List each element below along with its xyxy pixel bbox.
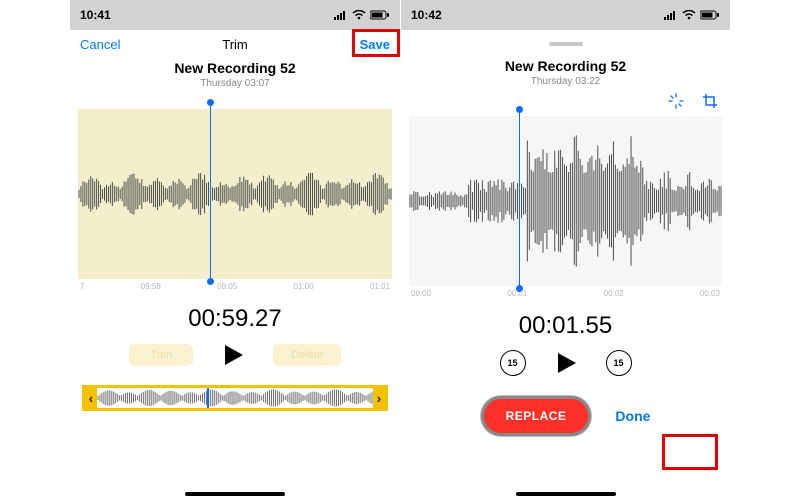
status-time: 10:41 xyxy=(80,8,111,22)
recording-duration: 03:22 xyxy=(575,76,600,87)
recording-day: Thursday xyxy=(531,76,575,87)
status-bar: 10:41 xyxy=(70,0,400,30)
timecode: 00:59.27 xyxy=(70,305,400,333)
trim-scrubber[interactable]: ‹ › xyxy=(82,385,388,411)
trim-mini-wave[interactable] xyxy=(97,388,373,408)
controls-row: Trim Delete xyxy=(70,343,400,367)
home-indicator[interactable] xyxy=(185,492,285,496)
signal-icon xyxy=(664,10,678,20)
tick: 7 xyxy=(80,282,84,291)
skip-back-button[interactable]: 15 xyxy=(500,350,526,376)
controls-row: 15 15 xyxy=(401,350,730,376)
cancel-button[interactable]: Cancel xyxy=(80,37,140,52)
playhead[interactable] xyxy=(519,110,520,288)
recording-header: New Recording 52 Thursday 03:22 xyxy=(401,58,730,87)
highlight-done xyxy=(662,434,718,470)
enhance-icon[interactable] xyxy=(668,93,684,112)
time-ticks: 00:00 00:01 00:02 00:03 xyxy=(401,286,730,298)
wifi-icon xyxy=(682,10,696,20)
status-time: 10:42 xyxy=(411,8,442,22)
nav-bar: Cancel Trim Save xyxy=(70,30,400,58)
play-button[interactable] xyxy=(221,343,245,367)
recording-title: New Recording 52 xyxy=(70,60,400,76)
waveform-area[interactable] xyxy=(78,109,392,279)
trim-button-disabled: Trim xyxy=(129,344,193,366)
phone-trim-view: 10:41 Cancel Trim Save New Recording 52 xyxy=(70,0,400,500)
tick: 09:58 xyxy=(141,282,161,291)
time-ticks: 7 09:58 09:05 01:00 01:01 xyxy=(70,279,400,291)
skip-forward-button[interactable]: 15 xyxy=(606,350,632,376)
nav-title: Trim xyxy=(222,37,248,52)
status-icons-group xyxy=(334,10,390,20)
tick: 01:01 xyxy=(370,282,390,291)
signal-icon xyxy=(334,10,348,20)
sheet-grabber[interactable] xyxy=(549,42,583,46)
action-row: REPLACE Done xyxy=(401,396,730,436)
replace-button[interactable]: REPLACE xyxy=(481,396,592,436)
trim-handle-right[interactable]: › xyxy=(373,388,385,408)
status-icons-group xyxy=(664,10,720,20)
trim-handle-left[interactable]: ‹ xyxy=(85,388,97,408)
trim-playhead[interactable] xyxy=(207,388,209,408)
skip-label: 15 xyxy=(507,358,517,368)
tick: 01:00 xyxy=(294,282,314,291)
recording-title: New Recording 52 xyxy=(401,58,730,74)
tool-row xyxy=(401,87,730,116)
tick: 00:02 xyxy=(604,289,624,298)
crop-icon[interactable] xyxy=(702,93,718,112)
timecode: 00:01.55 xyxy=(401,312,730,340)
waveform-area[interactable] xyxy=(409,116,722,286)
home-indicator[interactable] xyxy=(516,492,616,496)
status-bar: 10:42 xyxy=(401,0,730,30)
tick: 00:03 xyxy=(700,289,720,298)
phone-playback-view: 10:42 New Recording 52 Thursday 03:22 xyxy=(400,0,730,500)
recording-duration: 03:07 xyxy=(245,78,270,89)
playhead[interactable] xyxy=(210,103,211,281)
battery-icon xyxy=(370,10,390,20)
tick: 09:05 xyxy=(217,282,237,291)
recording-header: New Recording 52 Thursday 03:07 xyxy=(70,60,400,89)
play-button[interactable] xyxy=(554,351,578,375)
recording-day: Thursday xyxy=(200,78,244,89)
tick: 00:00 xyxy=(411,289,431,298)
save-button[interactable]: Save xyxy=(330,37,390,52)
delete-button-disabled: Delete xyxy=(273,344,341,366)
skip-label: 15 xyxy=(613,358,623,368)
done-button[interactable]: Done xyxy=(615,408,650,424)
wifi-icon xyxy=(352,10,366,20)
battery-icon xyxy=(700,10,720,20)
